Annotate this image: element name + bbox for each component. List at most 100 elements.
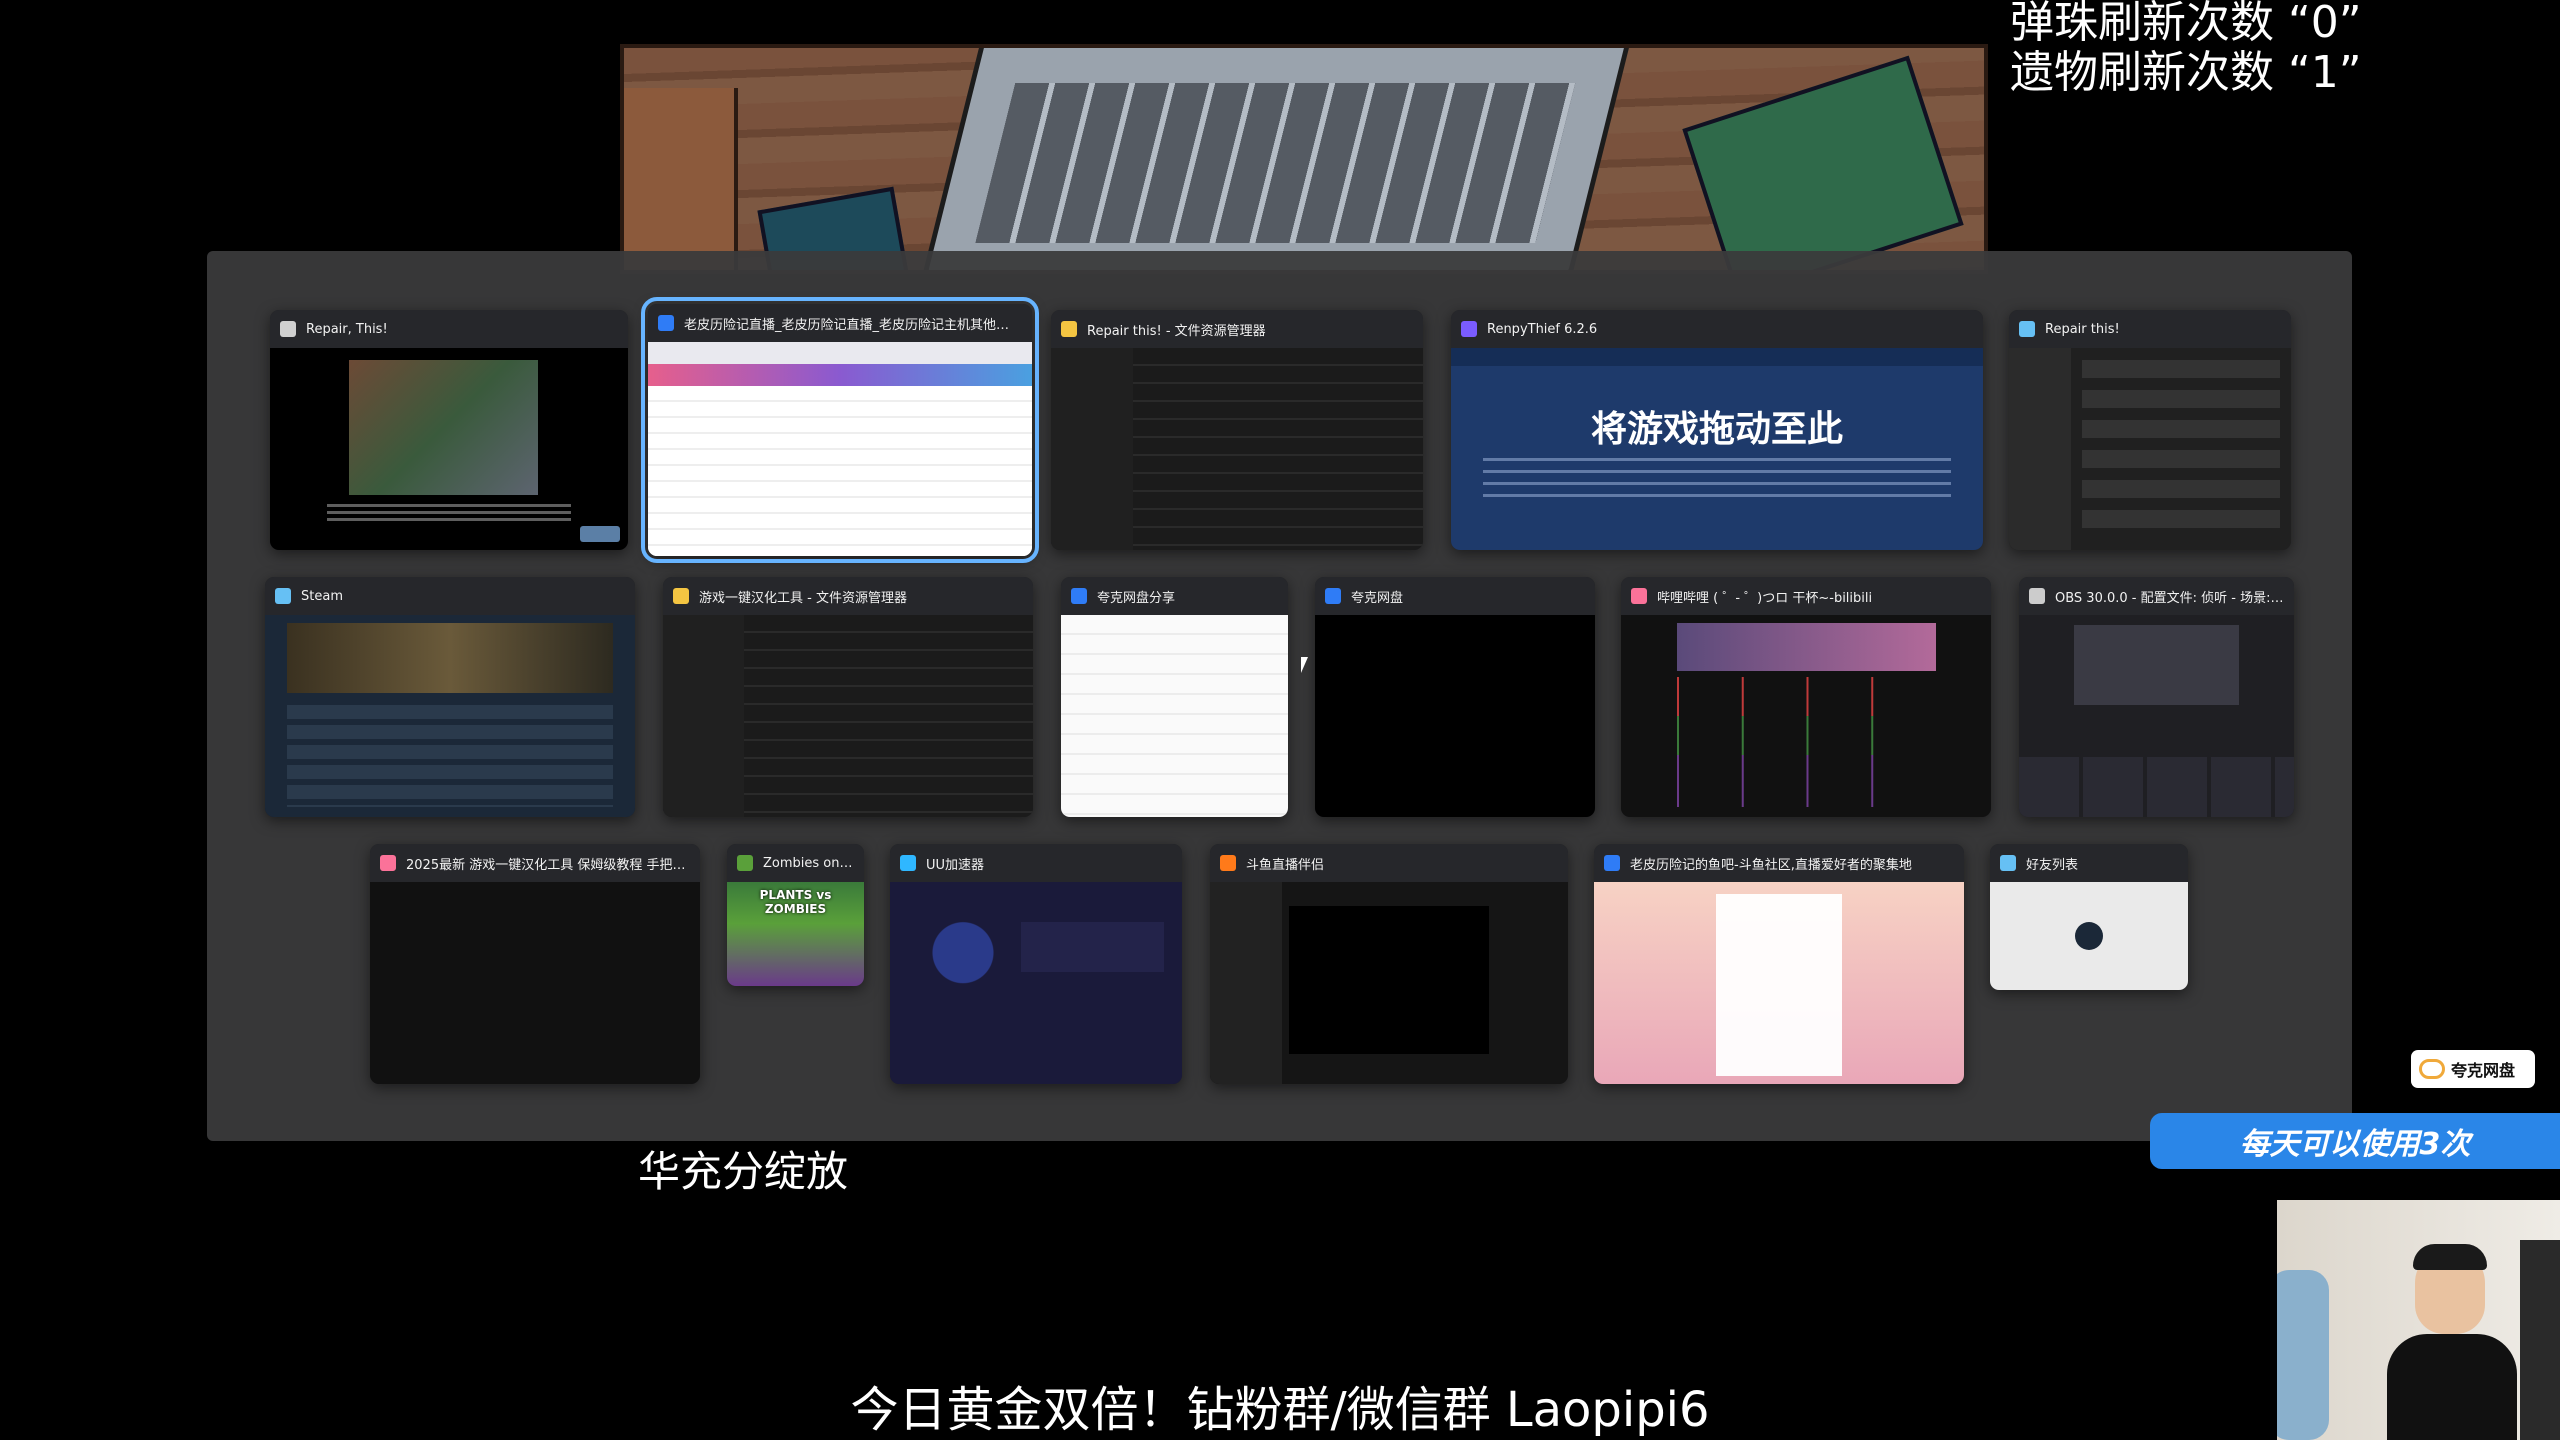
window-thumbnail[interactable]: 夸克网盘分享: [1061, 577, 1288, 817]
window-thumbnail[interactable]: RenpyThief 6.2.6 将游戏拖动至此: [1451, 310, 1983, 550]
obs-icon: [2029, 588, 2045, 604]
window-preview: [1621, 615, 1991, 817]
refresh-counts-overlay: 弹珠刷新次数 “0” 遗物刷新次数 “1”: [2010, 0, 2362, 98]
window-preview: [2009, 348, 2291, 550]
window-thumbnail[interactable]: Repair, This!: [270, 310, 628, 550]
window-preview: [2019, 615, 2294, 817]
window-title: Steam: [301, 588, 343, 604]
settings-sidebar: [2009, 348, 2072, 550]
window-thumbnail[interactable]: Repair this!: [2009, 310, 2291, 550]
renpythief-icon: [1461, 321, 1477, 337]
window-title: Repair this! - 文件资源管理器: [1087, 323, 1266, 339]
window-title-bar[interactable]: Zombies on Yo...: [727, 844, 864, 882]
keyboard-illustration: [975, 83, 1576, 243]
window-title: Zombies on Yo...: [763, 855, 854, 871]
window-preview: [890, 882, 1182, 1084]
site-header-banner: [648, 364, 1032, 386]
window-title-bar[interactable]: Repair this! - 文件资源管理器: [1051, 310, 1423, 348]
window-preview: [1061, 615, 1288, 817]
window-thumbnail[interactable]: 好友列表: [1990, 844, 2188, 990]
wood-plank: [624, 88, 738, 270]
drop-zone-label: 将游戏拖动至此: [1590, 409, 1843, 450]
window-title: 夸克网盘: [1351, 590, 1404, 606]
window-thumbnail[interactable]: 夸克网盘: [1315, 577, 1595, 817]
window-preview: [1990, 882, 2188, 990]
window-title-bar[interactable]: Repair, This!: [270, 310, 628, 348]
bottom-ticker: 今日黄金双倍！钻粉群/微信群 Laopipi6: [850, 1382, 1710, 1438]
window-thumbnail[interactable]: 斗鱼直播伴侣: [1210, 844, 1568, 1084]
window-title-bar[interactable]: 老皮历险记直播_老皮历险记直播_老皮历险记主机其他游戏...: [648, 304, 1032, 342]
window-preview: 将游戏拖动至此: [1451, 348, 1983, 550]
window-title: 好友列表: [2026, 857, 2079, 873]
folder-icon: [673, 588, 689, 604]
window-title-bar[interactable]: 斗鱼直播伴侣: [1210, 844, 1568, 882]
window-thumbnail[interactable]: 老皮历险记的鱼吧-斗鱼社区,直播爱好者的聚集地: [1594, 844, 1964, 1084]
window-title: 哔哩哔哩 ( ゜- ゜)つロ 干杯~-bilibili: [1657, 590, 1873, 606]
laptop-illustration: [921, 48, 1637, 270]
mouse-cursor: [1301, 657, 1308, 673]
window-thumbnail[interactable]: Zombies on Yo... PLANTS vs ZOMBIES: [727, 844, 864, 986]
dialog-text-lines: [327, 504, 571, 522]
window-preview: [1594, 882, 1964, 1084]
marble-refresh-count: 弹珠刷新次数 “0”: [2010, 0, 2362, 48]
continue-button: [580, 526, 620, 542]
window-title-bar[interactable]: Repair this!: [2009, 310, 2291, 348]
window-title-bar[interactable]: 2025最新 游戏一键汉化工具 保姆级教程 手把手教...: [370, 844, 700, 882]
douyu-icon: [1220, 855, 1236, 871]
promo-banner-text: 每天可以使用3次: [2239, 1127, 2471, 1162]
window-title: 老皮历险记的鱼吧-斗鱼社区,直播爱好者的聚集地: [1630, 857, 1912, 873]
window-preview: [1210, 882, 1568, 1084]
repair-game-icon: [280, 321, 296, 337]
window-title: 2025最新 游戏一键汉化工具 保姆级教程 手把手教...: [406, 857, 690, 873]
pvz-logo-text: PLANTS vs ZOMBIES: [759, 888, 832, 916]
quark-drive-icon: [1325, 588, 1341, 604]
window-preview: [1051, 348, 1423, 550]
window-preview: [370, 882, 700, 1084]
steam-icon: [2019, 321, 2035, 337]
window-thumbnail[interactable]: 2025最新 游戏一键汉化工具 保姆级教程 手把手教...: [370, 844, 700, 1084]
window-title-bar[interactable]: OBS 30.0.0 - 配置文件: 侦听 - 场景: 未命名: [2019, 577, 2294, 615]
window-title: Repair this!: [2045, 321, 2120, 337]
window-title: 老皮历险记直播_老皮历险记直播_老皮历险记主机其他游戏...: [684, 317, 1022, 333]
window-preview: PLANTS vs ZOMBIES: [727, 882, 864, 986]
window-thumbnail[interactable]: Repair this! - 文件资源管理器: [1051, 310, 1423, 550]
explorer-sidebar: [1051, 348, 1133, 550]
window-thumbnail[interactable]: UU加速器: [890, 844, 1182, 1084]
window-title-bar[interactable]: RenpyThief 6.2.6: [1451, 310, 1983, 348]
subtitle-caption: 华充分绽放: [638, 1147, 849, 1196]
relic-refresh-count: 遗物刷新次数 “1”: [2010, 47, 2362, 98]
web-page-body: [648, 386, 1032, 556]
forum-post: [1716, 894, 1842, 1076]
window-preview: [1315, 615, 1595, 817]
bilibili-hero: [1676, 623, 1936, 671]
window-preview: [648, 342, 1032, 556]
window-thumbnail[interactable]: 老皮历险记直播_老皮历险记直播_老皮历险记主机其他游戏...: [641, 297, 1039, 563]
window-preview: [265, 615, 635, 817]
app-menu-bar: [1451, 348, 1983, 366]
window-title-bar[interactable]: UU加速器: [890, 844, 1182, 882]
drop-zone-hint-lines: [1482, 458, 1952, 498]
quark-browser-icon: [1604, 855, 1620, 871]
store-banner: [287, 623, 613, 693]
window-title: Repair, This!: [306, 321, 388, 337]
quark-browser-icon: [658, 315, 674, 331]
cloud-icon: [2419, 1059, 2445, 1079]
window-thumbnail[interactable]: 哔哩哔哩 ( ゜- ゜)つロ 干杯~-bilibili: [1621, 577, 1991, 817]
obs-preview: [2074, 625, 2239, 705]
window-title-bar[interactable]: 好友列表: [1990, 844, 2188, 882]
window-title-bar[interactable]: 夸克网盘分享: [1061, 577, 1288, 615]
game-background-art: [620, 44, 1988, 274]
window-thumbnail[interactable]: OBS 30.0.0 - 配置文件: 侦听 - 场景: 未命名: [2019, 577, 2294, 817]
steam-icon: [2000, 855, 2016, 871]
window-title-bar[interactable]: 游戏一键汉化工具 - 文件资源管理器: [663, 577, 1033, 615]
window-title: RenpyThief 6.2.6: [1487, 321, 1598, 337]
window-title-bar[interactable]: 夸克网盘: [1315, 577, 1595, 615]
window-title-bar[interactable]: 老皮历险记的鱼吧-斗鱼社区,直播爱好者的聚集地: [1594, 844, 1964, 882]
quark-drive-badge-label: 夸克网盘: [2451, 1061, 2516, 1080]
window-thumbnail[interactable]: 游戏一键汉化工具 - 文件资源管理器: [663, 577, 1033, 817]
window-title-bar[interactable]: Steam: [265, 577, 635, 615]
streamer-hair: [2413, 1244, 2487, 1270]
window-thumbnail[interactable]: Steam: [265, 577, 635, 817]
douyu-sidebar: [1210, 882, 1282, 1084]
window-title-bar[interactable]: 哔哩哔哩 ( ゜- ゜)つロ 干杯~-bilibili: [1621, 577, 1991, 615]
